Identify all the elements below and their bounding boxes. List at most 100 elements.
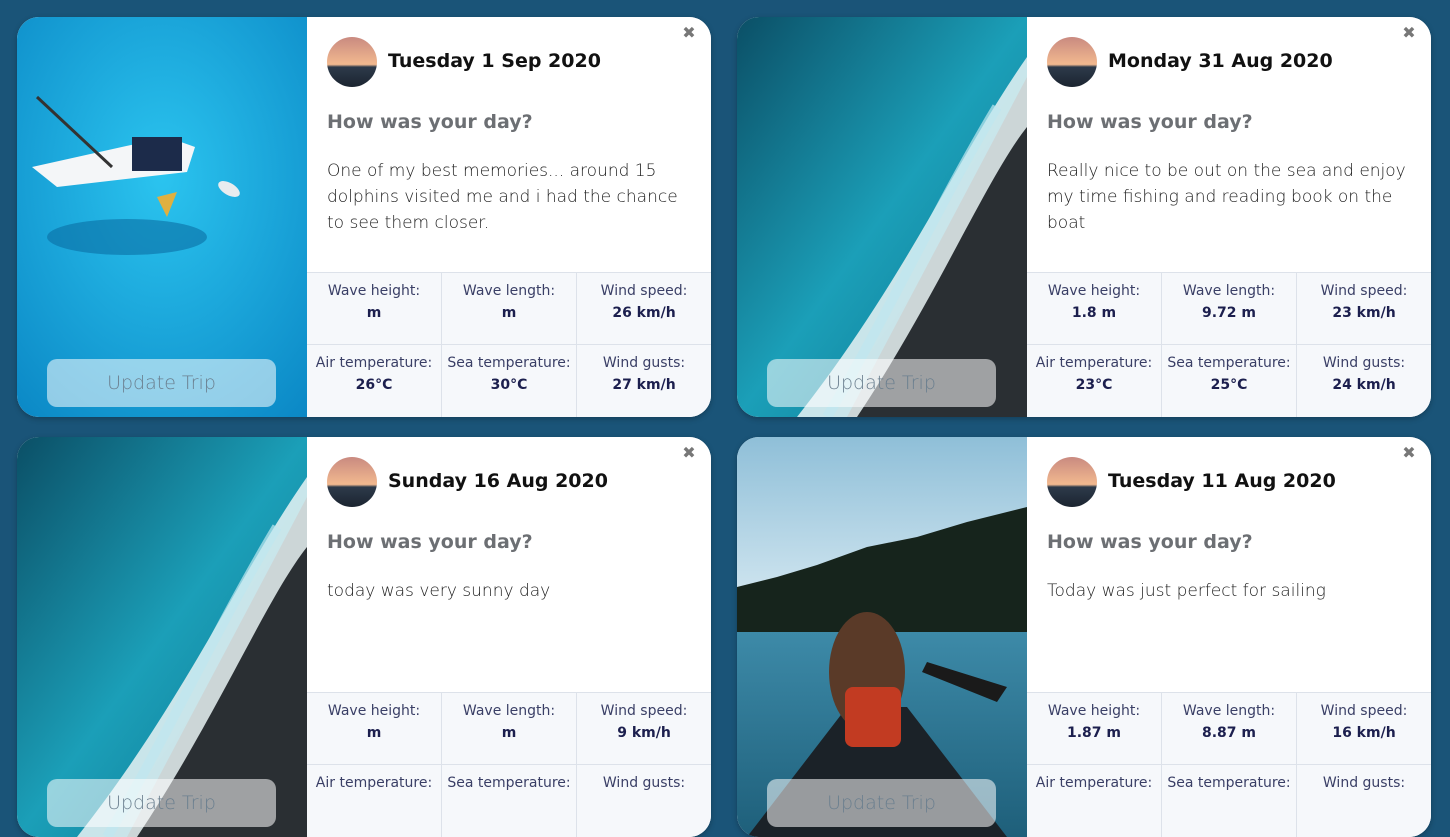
stat-label: Wind speed: [1320,703,1408,719]
update-trip-button[interactable]: Update Trip [767,779,996,827]
trip-photo-canoe: Update Trip [737,437,1027,837]
stat-value: 23 km/h [1332,305,1396,321]
stat-value: 25°C [1210,377,1248,393]
trip-date: Tuesday 1 Sep 2020 [388,50,601,72]
stat-label: Sea temperature: [447,355,571,371]
stat-value: 30°C [490,377,528,393]
trip-details: ✖ Tuesday 11 Aug 2020 How was your day? … [1027,437,1431,837]
trip-card: Update Trip ✖ Monday 31 Aug 2020 How was… [737,17,1431,417]
stat-value: 23°C [1075,377,1113,393]
trip-story: Really nice to be out on the sea and enj… [1047,161,1406,233]
stat-value: 1.8 m [1071,305,1117,321]
stat-label: Wind speed: [600,703,688,719]
stat-value: m [366,305,382,321]
stat-wave-length: Wave length: 8.87 m [1162,693,1297,765]
stat-sea-temperature: Sea temperature: [1162,765,1297,837]
stat-label: Wave length: [1182,283,1276,299]
stat-value: m [501,305,517,321]
stat-label: Wind gusts: [1322,775,1406,791]
update-trip-button[interactable]: Update Trip [47,359,276,407]
trip-date: Sunday 16 Aug 2020 [388,470,608,492]
stat-value: 1.87 m [1066,725,1121,741]
stat-value: m [501,725,517,741]
trip-details: ✖ Monday 31 Aug 2020 How was your day? R… [1027,17,1431,417]
stat-wave-height: Wave height: m [307,273,442,345]
close-icon[interactable]: ✖ [681,445,697,461]
stat-wave-height: Wave height: m [307,693,442,765]
weather-stats: Wave height: 1.87 m Wave length: 8.87 m Wi… [1027,692,1431,837]
trip-card: Update Trip ✖ Tuesday 11 Aug 2020 How wa… [737,437,1431,837]
stat-label: Wave length: [1182,703,1276,719]
stat-label: Wind gusts: [602,775,686,791]
trip-photo-waves: Update Trip [17,437,307,837]
sunset-avatar [327,37,377,87]
stat-value: 26 km/h [612,305,676,321]
stat-label: Sea temperature: [1167,775,1291,791]
update-trip-button[interactable]: Update Trip [767,359,996,407]
stat-air-temperature: Air temperature: [307,765,442,837]
sunset-avatar [1047,457,1097,507]
stat-wave-length: Wave length: 9.72 m [1162,273,1297,345]
stat-wave-length: Wave length: m [442,273,577,345]
stat-air-temperature: Air temperature: 26°C [307,345,442,417]
stat-label: Wave height: [327,283,421,299]
stat-air-temperature: Air temperature: [1027,765,1162,837]
stat-wave-height: Wave height: 1.87 m [1027,693,1162,765]
stat-wind-gusts: Wind gusts: [1297,765,1431,837]
trip-photo-sailboat: Update Trip [17,17,307,417]
stat-sea-temperature: Sea temperature: [442,765,577,837]
day-question: How was your day? [1047,531,1253,553]
stat-air-temperature: Air temperature: 23°C [1027,345,1162,417]
stat-value: 9.72 m [1201,305,1256,321]
stat-label: Wave height: [327,703,421,719]
close-icon[interactable]: ✖ [681,25,697,41]
stat-label: Wave length: [462,283,556,299]
stat-label: Wave length: [462,703,556,719]
trip-photo-waves: Update Trip [737,17,1027,417]
weather-stats: Wave height: m Wave length: m Wind speed: 2… [307,272,711,417]
stat-label: Wind gusts: [602,355,686,371]
stat-label: Wave height: [1047,703,1141,719]
update-trip-button[interactable]: Update Trip [47,779,276,827]
stat-wind-gusts: Wind gusts: 27 km/h [577,345,711,417]
weather-stats: Wave height: 1.8 m Wave length: 9.72 m Win… [1027,272,1431,417]
stat-label: Air temperature: [1035,775,1153,791]
stat-sea-temperature: Sea temperature: 25°C [1162,345,1297,417]
trip-story: today was very sunny day [327,581,551,601]
stat-wind-speed: Wind speed: 9 km/h [577,693,711,765]
stat-label: Wind speed: [1320,283,1408,299]
stat-wave-length: Wave length: m [442,693,577,765]
trip-story: Today was just perfect for sailing [1047,581,1326,601]
weather-stats: Wave height: m Wave length: m Wind speed: 9… [307,692,711,837]
day-question: How was your day? [327,531,533,553]
stat-value: 8.87 m [1201,725,1256,741]
stat-value: 27 km/h [612,377,676,393]
stat-wind-speed: Wind speed: 16 km/h [1297,693,1431,765]
stat-value: 9 km/h [617,725,671,741]
trip-card: Update Trip ✖ Tuesday 1 Sep 2020 How was… [17,17,711,417]
stat-sea-temperature: Sea temperature: 30°C [442,345,577,417]
close-icon[interactable]: ✖ [1401,445,1417,461]
day-question: How was your day? [327,111,533,133]
stat-wind-speed: Wind speed: 26 km/h [577,273,711,345]
stat-wind-speed: Wind speed: 23 km/h [1297,273,1431,345]
trip-date: Tuesday 11 Aug 2020 [1108,470,1336,492]
sunset-avatar [327,457,377,507]
stat-label: Wave height: [1047,283,1141,299]
stat-label: Sea temperature: [1167,355,1291,371]
stat-value: m [366,725,382,741]
stat-label: Air temperature: [1035,355,1153,371]
stat-label: Wind gusts: [1322,355,1406,371]
stat-wind-gusts: Wind gusts: [577,765,711,837]
trip-date: Monday 31 Aug 2020 [1108,50,1333,72]
stat-label: Air temperature: [315,775,433,791]
trip-details: ✖ Tuesday 1 Sep 2020 How was your day? O… [307,17,711,417]
close-icon[interactable]: ✖ [1401,25,1417,41]
stat-wind-gusts: Wind gusts: 24 km/h [1297,345,1431,417]
day-question: How was your day? [1047,111,1253,133]
stat-label: Sea temperature: [447,775,571,791]
stat-label: Air temperature: [315,355,433,371]
trip-details: ✖ Sunday 16 Aug 2020 How was your day? t… [307,437,711,837]
stat-label: Wind speed: [600,283,688,299]
stat-value: 24 km/h [1332,377,1396,393]
